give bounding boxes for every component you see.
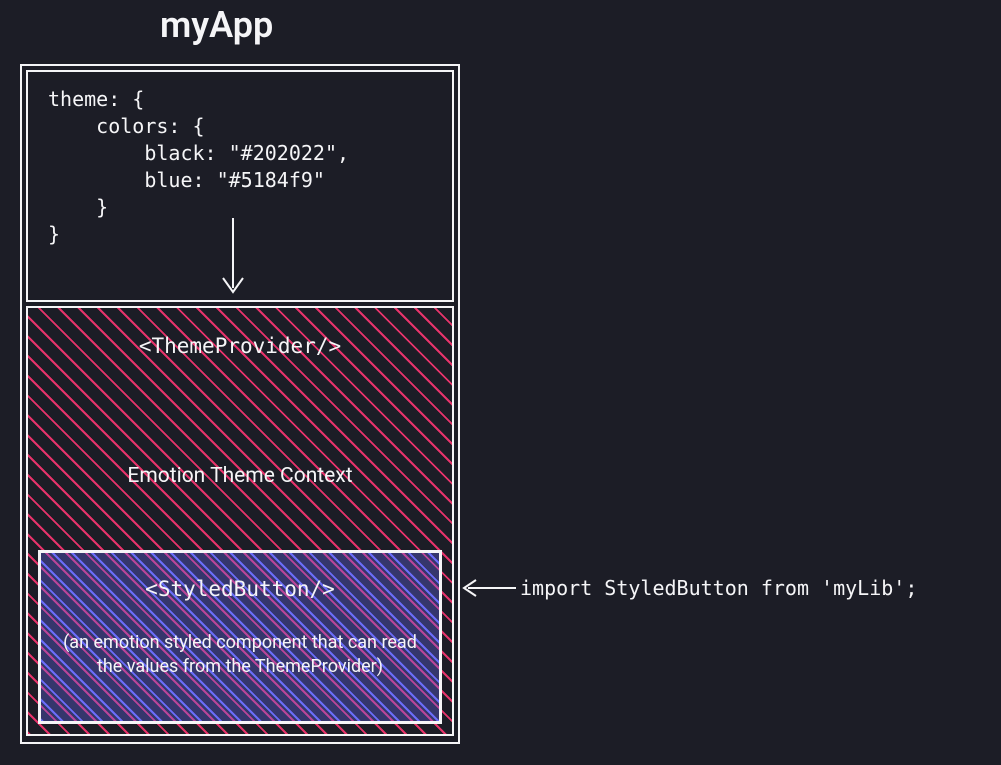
arrow-left-icon xyxy=(460,576,516,600)
theme-context-label: Emotion Theme Context xyxy=(28,464,452,488)
app-title: myApp xyxy=(160,4,273,46)
styled-button-label: <StyledButton/> xyxy=(41,577,439,601)
import-statement: import StyledButton from 'myLib'; xyxy=(520,576,917,600)
theme-provider-label: <ThemeProvider/> xyxy=(28,334,452,358)
styled-button-description: (an emotion styled component that can re… xyxy=(63,631,417,680)
styled-button-box: <StyledButton/> (an emotion styled compo… xyxy=(38,550,442,724)
arrow-down-icon xyxy=(218,218,248,296)
